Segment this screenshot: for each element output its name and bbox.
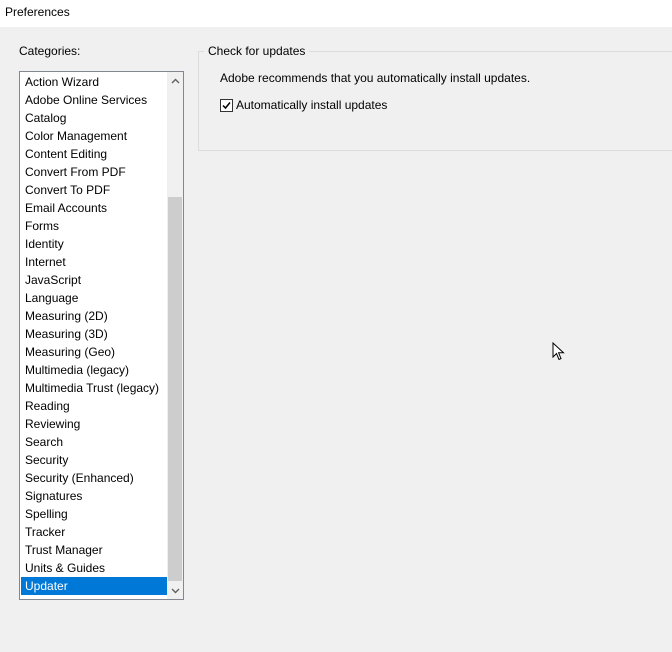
category-item-reading[interactable]: Reading (21, 397, 168, 415)
category-item-color-management[interactable]: Color Management (21, 127, 168, 145)
category-item-measuring-3d[interactable]: Measuring (3D) (21, 325, 168, 343)
category-item-action-wizard[interactable]: Action Wizard (21, 73, 168, 91)
categories-list[interactable]: Action Wizard Adobe Online Services Catalo… (21, 73, 168, 595)
category-item-identity[interactable]: Identity (21, 235, 168, 253)
category-item-internet[interactable]: Internet (21, 253, 168, 271)
category-item-units-guides[interactable]: Units & Guides (21, 559, 168, 577)
auto-install-checkbox[interactable] (220, 98, 233, 112)
category-item-catalog[interactable]: Catalog (21, 109, 168, 127)
category-item-trust-manager[interactable]: Trust Manager (21, 541, 168, 559)
group-title: Check for updates (204, 44, 310, 58)
category-item-multimedia-legacy[interactable]: Multimedia (legacy) (21, 361, 168, 379)
category-item-multimedia-trust-legacy[interactable]: Multimedia Trust (legacy) (21, 379, 168, 397)
category-item-signatures[interactable]: Signatures (21, 487, 168, 505)
check-icon (222, 101, 231, 109)
scroll-down-button[interactable] (167, 582, 183, 599)
category-item-measuring-2d[interactable]: Measuring (2D) (21, 307, 168, 325)
category-item-adobe-online-services[interactable]: Adobe Online Services (21, 91, 168, 109)
category-item-measuring-geo[interactable]: Measuring (Geo) (21, 343, 168, 361)
scroll-up-button[interactable] (167, 72, 183, 89)
scroll-thumb[interactable] (168, 197, 182, 581)
category-item-updater[interactable]: Updater (21, 577, 168, 595)
mouse-pointer-icon (552, 342, 565, 361)
categories-listbox[interactable]: Action Wizard Adobe Online Services Catalo… (19, 71, 184, 600)
category-item-convert-to-pdf[interactable]: Convert To PDF (21, 181, 168, 199)
category-item-reviewing[interactable]: Reviewing (21, 415, 168, 433)
categories-scrollbar[interactable] (167, 72, 183, 599)
category-item-javascript[interactable]: JavaScript (21, 271, 168, 289)
window-title: Preferences (5, 5, 70, 19)
category-item-forms[interactable]: Forms (21, 217, 168, 235)
category-item-convert-from-pdf[interactable]: Convert From PDF (21, 163, 168, 181)
title-bar: Preferences (0, 0, 672, 27)
category-item-search[interactable]: Search (21, 433, 168, 451)
categories-label: Categories: (19, 44, 81, 58)
category-item-email-accounts[interactable]: Email Accounts (21, 199, 168, 217)
category-item-language[interactable]: Language (21, 289, 168, 307)
auto-install-option[interactable]: Automatically install updates (220, 98, 387, 112)
category-item-content-editing[interactable]: Content Editing (21, 145, 168, 163)
chevron-up-icon (171, 78, 179, 83)
recommendation-text: Adobe recommends that you automatically … (220, 71, 531, 85)
category-item-spelling[interactable]: Spelling (21, 505, 168, 523)
auto-install-label[interactable]: Automatically install updates (236, 98, 387, 112)
category-item-security-enhanced[interactable]: Security (Enhanced) (21, 469, 168, 487)
category-item-security[interactable]: Security (21, 451, 168, 469)
chevron-down-icon (171, 588, 179, 593)
category-item-tracker[interactable]: Tracker (21, 523, 168, 541)
